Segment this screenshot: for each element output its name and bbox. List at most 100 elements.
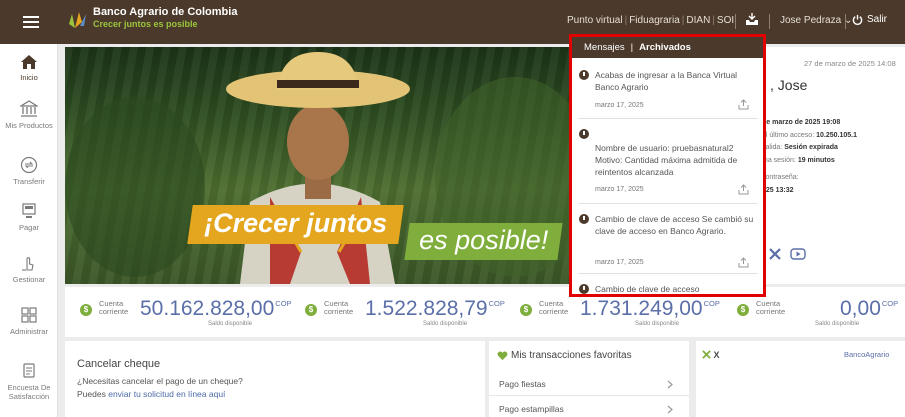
share-icon[interactable]: [738, 257, 749, 268]
alert-icon: [579, 70, 589, 80]
sidebar-label: Mis Productos: [5, 121, 53, 130]
chevron-right-icon: [667, 380, 673, 389]
bank-logo-icon: [69, 12, 86, 28]
favorite-item[interactable]: Pago estampillas: [489, 399, 689, 417]
bank-name: Banco Agrario de Colombia: [93, 6, 238, 18]
balance-amount: 1.522.828,79COP: [365, 297, 505, 320]
messages-tabs: Mensajes | Archivados: [572, 37, 763, 58]
hero-slogan-secondary: es posible!: [404, 223, 563, 260]
sidebar-item-pagar[interactable]: Pagar: [0, 202, 58, 232]
x-feed-card: X BancoAgrario: [696, 341, 905, 417]
messages-popup: Mensajes | Archivados Acabas de ingresar a…: [569, 34, 766, 297]
favorites-title: Mis transacciones favoritas: [497, 350, 632, 361]
message-text: Cambio de clave de acceso Se cambió su c…: [595, 214, 754, 236]
account-balance-4[interactable]: Cuenta corriente 0,00COP Saldo disponibl…: [737, 297, 905, 327]
session-line: ma sesión: 19 minutos: [762, 156, 835, 164]
balance-amount: 1.731.249,00COP: [580, 297, 720, 320]
current-date: 27 de marzo de 2025 14:08: [804, 59, 896, 68]
nav-link-fiduagraria[interactable]: Fiduagraria: [629, 15, 680, 26]
x-social-icon[interactable]: [768, 247, 782, 261]
logout-label: Salir: [867, 14, 888, 25]
account-balance-1[interactable]: Cuenta corriente 50.162.828,00COP Saldo …: [80, 297, 292, 327]
favorite-transactions-card: Mis transacciones favoritas Pago fiestas…: [489, 341, 689, 417]
currency-icon: [305, 304, 317, 316]
sidebar-item-administrar[interactable]: Administrar: [0, 306, 58, 336]
bank-tagline: Crecer juntos es posible: [93, 19, 198, 29]
message-item[interactable]: Cambio de clave de acceso Se cambió su c…: [572, 213, 763, 271]
cheque-request-link[interactable]: enviar tu solicitud en línea aquí: [108, 389, 225, 399]
share-icon[interactable]: [738, 184, 749, 195]
balance-amount: 0,00COP: [840, 297, 899, 320]
hero-banner[interactable]: ¡Crecer juntos es posible!: [65, 47, 570, 284]
cheque-instruction: Puedes enviar tu solicitud en línea aquí: [77, 389, 226, 399]
tab-archivados[interactable]: Archivados: [639, 42, 691, 53]
balance-strip: Cuenta corriente 50.162.828,00COP Saldo …: [65, 287, 905, 337]
share-icon[interactable]: [738, 99, 749, 110]
sidebar-item-encuesta[interactable]: Encuesta De Satisfacción: [0, 362, 58, 401]
account-type: Cuenta corriente: [99, 299, 129, 316]
header-divider: [769, 14, 770, 29]
logout-button[interactable]: Salir: [852, 14, 887, 25]
message-divider: [578, 273, 758, 274]
youtube-icon[interactable]: [790, 247, 806, 261]
sidebar-label: Pagar: [18, 223, 39, 232]
bank-icon: [20, 100, 38, 117]
tray-icon[interactable]: [744, 11, 760, 27]
message-item[interactable]: Cambio de clave de acceso: [572, 283, 763, 294]
chevron-right-icon: [667, 405, 673, 414]
account-balance-3[interactable]: Cuenta corriente 1.731.249,00COP Saldo d…: [520, 297, 720, 327]
transfer-icon: [20, 156, 38, 174]
message-text: Cambio de clave de acceso: [595, 284, 700, 294]
sidebar-item-mis-productos[interactable]: Mis Productos: [0, 100, 58, 130]
message-item[interactable]: Acabas de ingresar a la Banca Virtual Ba…: [572, 69, 763, 119]
sidebar-label: Inicio: [20, 73, 38, 82]
social-links: [768, 247, 814, 261]
session-line: 025 13:32: [762, 186, 794, 194]
tab-mensajes[interactable]: Mensajes: [584, 42, 625, 53]
sidebar-label: Administrar: [10, 327, 48, 336]
account-balance-2[interactable]: Cuenta corriente 1.522.828,79COP Saldo d…: [305, 297, 505, 327]
sidebar-label: Gestionar: [12, 275, 46, 284]
nav-link-soi[interactable]: SOI: [717, 15, 734, 26]
x-handle-link[interactable]: BancoAgrario: [844, 350, 889, 359]
cancel-cheque-card: Cancelar cheque ¿Necesitas cancelar el p…: [65, 341, 485, 417]
currency-icon: [80, 304, 92, 316]
nav-link-dian[interactable]: DIAN: [686, 15, 710, 26]
message-divider: [578, 203, 758, 204]
menu-icon[interactable]: [0, 0, 62, 44]
message-item[interactable]: Nombre de usuario: pruebasnatural2 Motiv…: [572, 128, 763, 198]
nav-link-punto-virtual[interactable]: Punto virtual: [567, 15, 623, 26]
header-divider: [735, 14, 736, 29]
balance-amount: 50.162.828,00COP: [140, 297, 292, 320]
message-date: marzo 17, 2025: [595, 259, 644, 266]
cheque-title: Cancelar cheque: [77, 358, 161, 370]
x-feed-title: X: [702, 350, 720, 360]
sidebar-item-gestionar[interactable]: Gestionar: [0, 254, 58, 284]
grid-icon: [21, 307, 37, 323]
session-line: de marzo de 2025 19:08: [762, 119, 841, 126]
sidebar-item-inicio[interactable]: Inicio: [0, 54, 58, 82]
sidebar: Inicio Mis Productos Transferir Pagar Ge…: [0, 44, 58, 417]
power-icon: [852, 14, 863, 25]
sidebar-label: Transferir: [13, 177, 45, 186]
session-line: contraseña:: [762, 174, 799, 181]
sidebar-item-transferir[interactable]: Transferir: [0, 156, 58, 186]
favorite-item[interactable]: Pago fiestas: [489, 374, 689, 396]
message-date: marzo 17, 2025: [595, 102, 644, 109]
session-line: el último acceso: 10.250.105.1: [762, 131, 857, 139]
greeting: , Jose: [770, 77, 808, 93]
top-nav-links: Punto virtual | Fiduagraria | DIAN | SOI: [567, 15, 734, 26]
account-type: Cuenta corriente: [539, 299, 569, 316]
account-type: Cuenta corriente: [324, 299, 354, 316]
nav-separator: |: [624, 15, 628, 26]
session-info: de marzo de 2025 19:08 el último acceso:…: [762, 117, 857, 197]
home-icon: [21, 55, 37, 69]
heart-icon: [497, 351, 508, 360]
message-text: Acabas de ingresar a la Banca Virtual Ba…: [595, 70, 738, 92]
message-date: marzo 17, 2025: [595, 186, 644, 193]
user-menu-button[interactable]: Jose Pedraza ⌄: [780, 15, 852, 26]
survey-icon: [23, 363, 35, 378]
user-name: Jose Pedraza: [780, 15, 842, 26]
bank-logo[interactable]: Banco Agrario de Colombia Crecer juntos …: [66, 6, 237, 30]
manage-icon: [22, 257, 34, 271]
